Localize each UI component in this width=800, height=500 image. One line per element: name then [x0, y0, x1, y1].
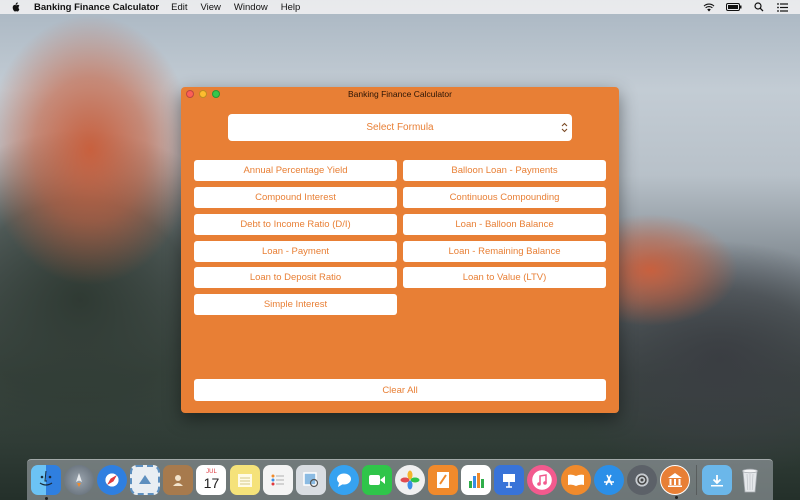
notes-icon[interactable]: [229, 465, 260, 495]
numbers-icon[interactable]: [461, 465, 492, 495]
loan-remaining-balance-button[interactable]: Loan - Remaining Balance: [403, 241, 606, 262]
calendar-icon[interactable]: JUL 17: [196, 465, 227, 495]
clear-all-button[interactable]: Clear All: [194, 379, 606, 401]
select-formula-dropdown[interactable]: Select Formula: [228, 114, 572, 141]
wifi-icon[interactable]: [703, 2, 715, 12]
continuous-compounding-button[interactable]: Continuous Compounding: [403, 187, 606, 208]
trash-icon[interactable]: [735, 465, 765, 495]
loan-to-deposit-ratio-button[interactable]: Loan to Deposit Ratio: [194, 267, 397, 288]
mail-stamp-icon[interactable]: [130, 465, 161, 495]
preview-icon[interactable]: [295, 465, 326, 495]
system-preferences-icon[interactable]: [626, 465, 657, 495]
contacts-icon[interactable]: [163, 465, 194, 495]
dock: JUL 17: [27, 459, 773, 500]
simple-interest-button[interactable]: Simple Interest: [194, 294, 397, 315]
notification-center-icon[interactable]: [776, 2, 788, 12]
spotlight-search-icon[interactable]: [753, 2, 765, 12]
finder-icon[interactable]: [31, 465, 61, 500]
menu-edit[interactable]: Edit: [171, 2, 187, 13]
minimize-window-button[interactable]: [199, 90, 207, 98]
menu-window[interactable]: Window: [234, 2, 268, 13]
annual-percentage-yield-button[interactable]: Annual Percentage Yield: [194, 160, 397, 181]
banking-calculator-running-indicator: [674, 496, 678, 499]
battery-icon[interactable]: [726, 2, 742, 12]
itunes-icon[interactable]: [527, 465, 558, 495]
window-title: Banking Finance Calculator: [348, 89, 452, 99]
menu-bar: Banking Finance Calculator Edit View Win…: [0, 0, 800, 14]
debt-to-income-ratio-button[interactable]: Debt to Income Ratio (D/I): [194, 214, 397, 235]
dock-separator: [695, 465, 697, 495]
apple-menu-icon[interactable]: [11, 2, 21, 12]
menu-app-name[interactable]: Banking Finance Calculator: [34, 2, 159, 13]
messages-icon[interactable]: [328, 465, 359, 495]
facetime-icon[interactable]: [361, 465, 392, 495]
window-titlebar[interactable]: Banking Finance Calculator: [181, 87, 619, 101]
reminders-icon[interactable]: [262, 465, 293, 495]
balloon-loan-payments-button[interactable]: Balloon Loan - Payments: [403, 160, 606, 181]
loan-to-value-button[interactable]: Loan to Value (LTV): [403, 267, 606, 288]
downloads-folder-icon[interactable]: [701, 465, 732, 495]
app-store-icon[interactable]: [593, 465, 624, 495]
photos-icon[interactable]: [395, 465, 426, 495]
ibooks-icon[interactable]: [560, 465, 591, 495]
keynote-icon[interactable]: [494, 465, 525, 495]
select-formula-label: Select Formula: [366, 122, 434, 133]
select-chevron-icon: [561, 122, 568, 133]
menu-view[interactable]: View: [201, 2, 221, 13]
calculator-window: Banking Finance Calculator Select Formul…: [181, 87, 619, 413]
loan-balloon-balance-button[interactable]: Loan - Balloon Balance: [403, 214, 606, 235]
safari-icon[interactable]: [97, 465, 128, 495]
banking-calculator-icon[interactable]: [659, 465, 690, 499]
pages-icon[interactable]: [428, 465, 459, 495]
zoom-window-button[interactable]: [212, 90, 220, 98]
compound-interest-button[interactable]: Compound Interest: [194, 187, 397, 208]
menu-help[interactable]: Help: [281, 2, 301, 13]
calendar-day: 17: [203, 475, 220, 491]
close-window-button[interactable]: [186, 90, 194, 98]
launchpad-icon[interactable]: [64, 465, 95, 495]
loan-payment-button[interactable]: Loan - Payment: [194, 241, 397, 262]
